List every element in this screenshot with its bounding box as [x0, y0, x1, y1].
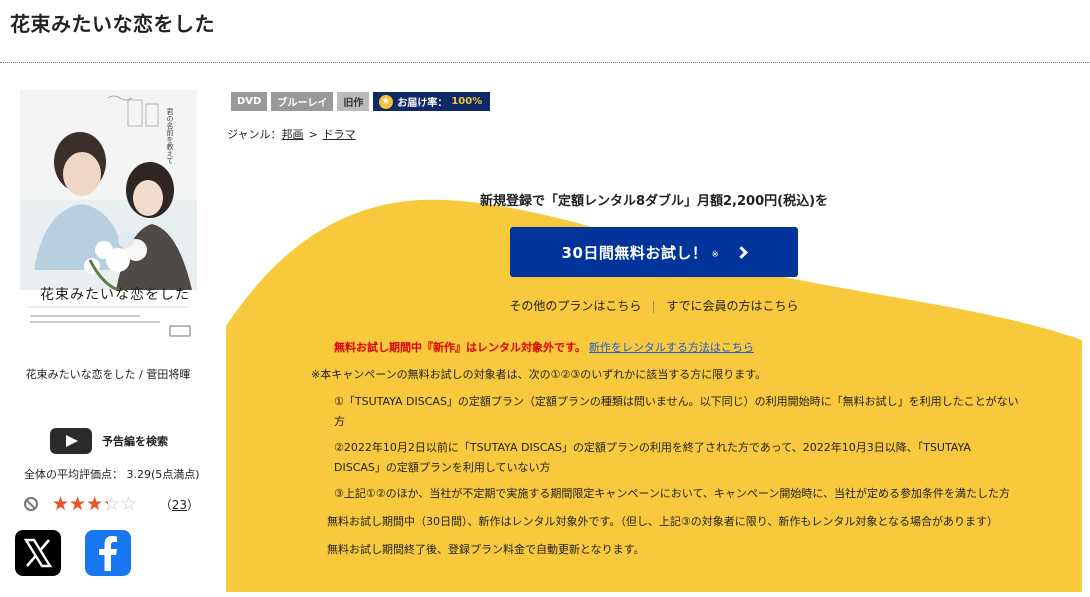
not-interested-icon[interactable]: [24, 497, 38, 511]
chevron-right-icon: [735, 245, 749, 259]
star-rating: ☆☆☆☆☆ ★★★★★: [52, 492, 138, 515]
free-trial-label[interactable]: 30日間無料お試し！: [562, 242, 708, 263]
dvd-jacket-image[interactable]: 君の名前を教えて 花束みたいな恋をした: [20, 90, 197, 348]
member-login-link[interactable]: すでに会員の方はこちら: [666, 299, 798, 313]
genre-link-drama[interactable]: ドラマ: [323, 128, 356, 141]
x-share-icon[interactable]: [15, 530, 61, 576]
review-count[interactable]: （23）: [160, 496, 199, 513]
genre-label: ジャンル：: [227, 128, 282, 141]
medal-icon: [379, 94, 394, 109]
other-plans-link[interactable]: その他のプランはこちら: [509, 299, 641, 313]
share-buttons: [15, 530, 131, 576]
delivery-rate-label: お届け率：: [397, 98, 448, 109]
format-badges: DVD ブルーレイ 旧作 お届け率：100%: [231, 92, 491, 111]
genre-link-japanese-film[interactable]: 邦画: [281, 128, 303, 141]
facebook-share-icon[interactable]: [85, 530, 131, 576]
promo-headline: 新規登録で「定額レンタル8ダブル」月額2,200円(税込)を: [479, 194, 829, 209]
page-title: 花束みたいな恋をした: [10, 12, 215, 36]
new-release-rental-link[interactable]: 新作をレンタルする方法はこちら: [589, 341, 754, 354]
trailer-search-label[interactable]: 予告編を検索: [102, 433, 168, 449]
condition-2-line-2: DISCAS」の定額プランを利用していない方: [334, 461, 551, 474]
dvd-badge: DVD: [231, 92, 268, 111]
condition-3: ③上記①②のほか、当社が不定期で実施する期間限定キャンペーンにおいて、キャンペー…: [334, 487, 1011, 500]
old-release-badge: 旧作: [337, 92, 370, 111]
poster-caption: 花束みたいな恋をした / 菅田将暉: [25, 368, 191, 381]
condition-1-line-1: ①「TSUTAYA DISCAS」の定額プラン（定額プランの種類は問いません。以…: [334, 395, 1019, 408]
link-divider: [653, 300, 655, 313]
bluray-badge: ブルーレイ: [271, 92, 334, 111]
poster-title-art: 花束みたいな恋をした: [40, 287, 190, 303]
condition-2-line-1: ②2022年10月2日以前に「TSUTAYA DISCAS」の定額プランの利用を…: [334, 441, 971, 454]
delivery-rate-badge: お届け率：100%: [373, 92, 491, 111]
trailer-search[interactable]: 予告編を検索: [50, 428, 168, 454]
genre-separator: >: [308, 128, 318, 141]
genre-breadcrumb: ジャンル：邦画 > ドラマ: [227, 126, 356, 142]
condition-1-line-2: 方: [334, 415, 345, 428]
free-trial-note: ※: [711, 250, 720, 260]
new-release-notice: 無料お試し期間中『新作』はレンタル対象外です。 新作をレンタルする方法はこちら: [334, 339, 754, 355]
trial-period-note: 無料お試し期間中（30日間）、新作はレンタル対象外です。（但し、上記③の対象者に…: [327, 515, 998, 528]
title-divider: [0, 62, 1090, 63]
delivery-rate-value: 100%: [451, 96, 483, 107]
plan-links: その他のプランはこちら すでに会員の方はこちら: [226, 297, 1082, 314]
free-trial-button[interactable]: 30日間無料お試し！ ※: [510, 227, 798, 277]
youtube-play-icon[interactable]: [50, 428, 92, 454]
rating-row: ☆☆☆☆☆ ★★★★★ （23）: [24, 493, 199, 515]
auto-renewal-note: 無料お試し期間終了後、登録プラン料金で自動更新となります。: [327, 543, 645, 556]
campaign-target-intro: ※本キャンペーンの無料お試しの対象者は、次の①②③のいずれかに該当する方に限りま…: [311, 368, 767, 381]
average-rating-label: 全体の平均評価点： 3.29(5点満点): [24, 468, 200, 481]
review-count-link[interactable]: 23: [172, 498, 187, 512]
svg-text:君の名前を教えて: 君の名前を教えて: [166, 108, 174, 164]
new-release-notice-text: 無料お試し期間中『新作』はレンタル対象外です。: [334, 341, 586, 354]
